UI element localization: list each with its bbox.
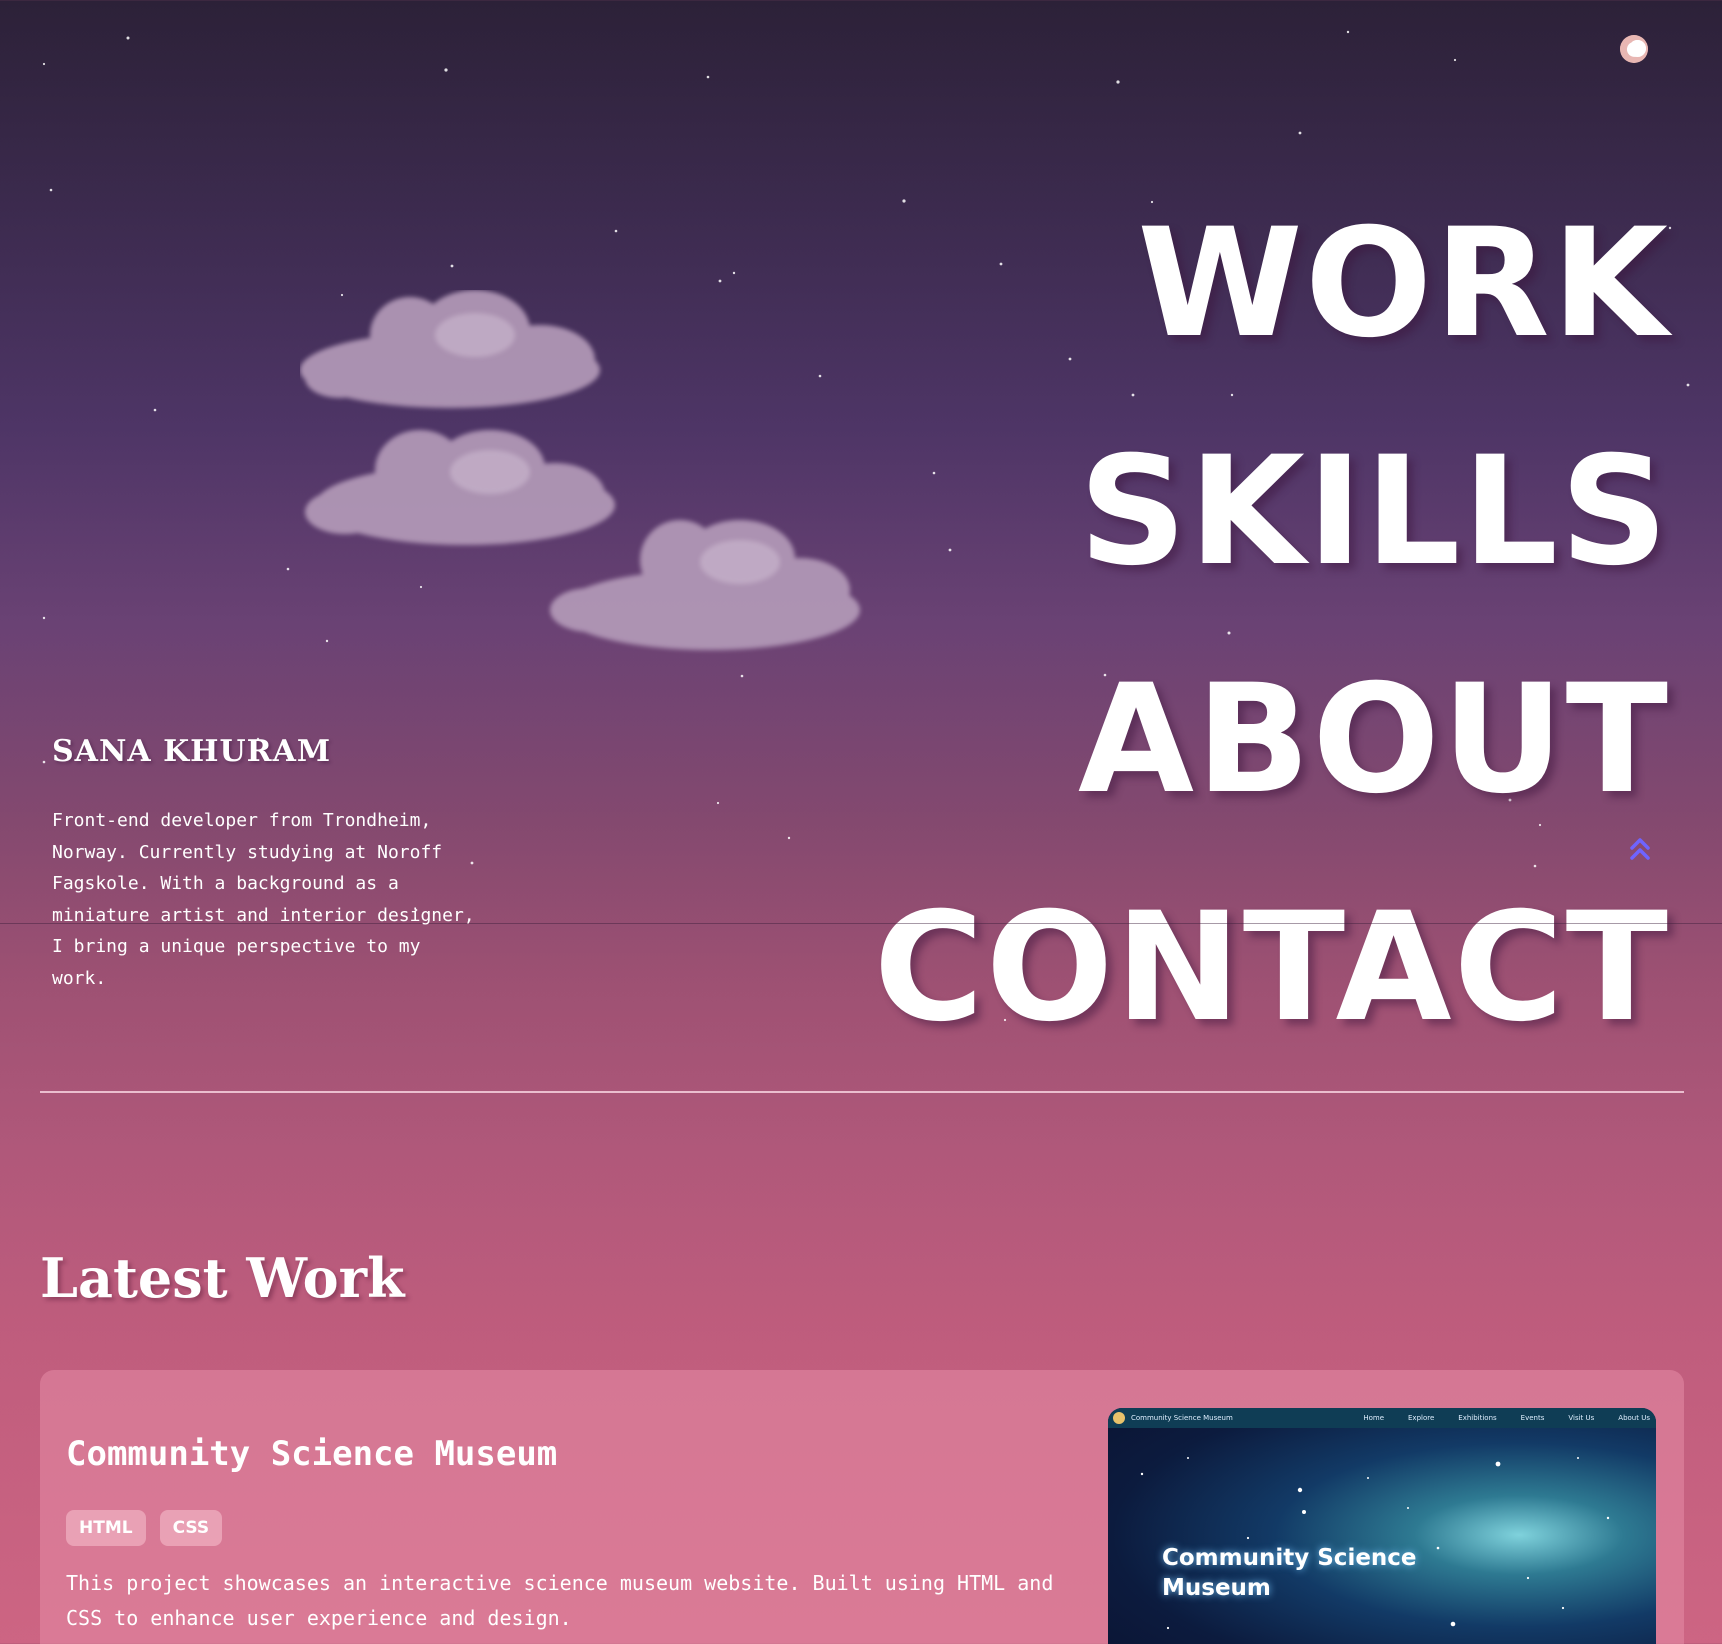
- thumbnail-nav-item: Home: [1363, 1414, 1384, 1422]
- thumbnail-nav-item: About Us: [1618, 1414, 1650, 1422]
- thumbnail-nav-item: Events: [1520, 1414, 1545, 1422]
- moon-icon: [1620, 35, 1648, 63]
- tag-html: HTML: [66, 1510, 146, 1546]
- project-description: This project showcases an interactive sc…: [66, 1571, 1054, 1630]
- museum-logo-icon: [1113, 1412, 1125, 1424]
- thumbnail-hero-title: Community Science Museum: [1162, 1543, 1417, 1603]
- nav-link-contact[interactable]: CONTACT: [850, 854, 1670, 1082]
- hero-title-line: Community Science: [1162, 1545, 1417, 1571]
- tag-css: CSS: [159, 1510, 223, 1546]
- nav-link-work[interactable]: WORK: [850, 170, 1670, 398]
- author-bio: Front-end developer from Trondheim, Norw…: [52, 810, 475, 989]
- latest-work-heading: Latest Work: [40, 1246, 405, 1310]
- thumbnail-brand: Community Science Museum: [1131, 1414, 1233, 1422]
- author-name: SANA KHURAM: [52, 734, 332, 769]
- section-divider: [40, 1091, 1684, 1093]
- project-title: Community Science Museum: [66, 1434, 558, 1474]
- double-chevron-up-icon[interactable]: [1628, 834, 1652, 866]
- nav-link-about[interactable]: ABOUT: [850, 626, 1670, 854]
- hero-title-line: Museum: [1162, 1575, 1271, 1601]
- intro-section: SANA KHURAM Front-end developer from Tro…: [52, 734, 482, 994]
- thumbnail-nav-item: Visit Us: [1568, 1414, 1595, 1422]
- clouds-illustration: [300, 290, 860, 650]
- theme-toggle-button[interactable]: [1620, 35, 1648, 63]
- nebula-starfield: [1140, 1457, 1610, 1630]
- project-card[interactable]: Community Science Museum HTML CSS This p…: [40, 1370, 1684, 1644]
- project-thumbnail[interactable]: Community Science Museum Home Explore Ex…: [1108, 1408, 1656, 1644]
- thumbnail-header-bar: Community Science Museum Home Explore Ex…: [1108, 1408, 1656, 1428]
- main-navigation: WORK SKILLS ABOUT CONTACT: [850, 170, 1670, 1082]
- nav-link-skills[interactable]: SKILLS: [850, 398, 1670, 626]
- project-tags: HTML CSS: [66, 1510, 223, 1546]
- thumbnail-nav-item: Explore: [1408, 1414, 1435, 1422]
- thumbnail-nav: Home Explore Exhibitions Events Visit Us…: [1363, 1414, 1656, 1422]
- thumbnail-nav-item: Exhibitions: [1458, 1414, 1497, 1422]
